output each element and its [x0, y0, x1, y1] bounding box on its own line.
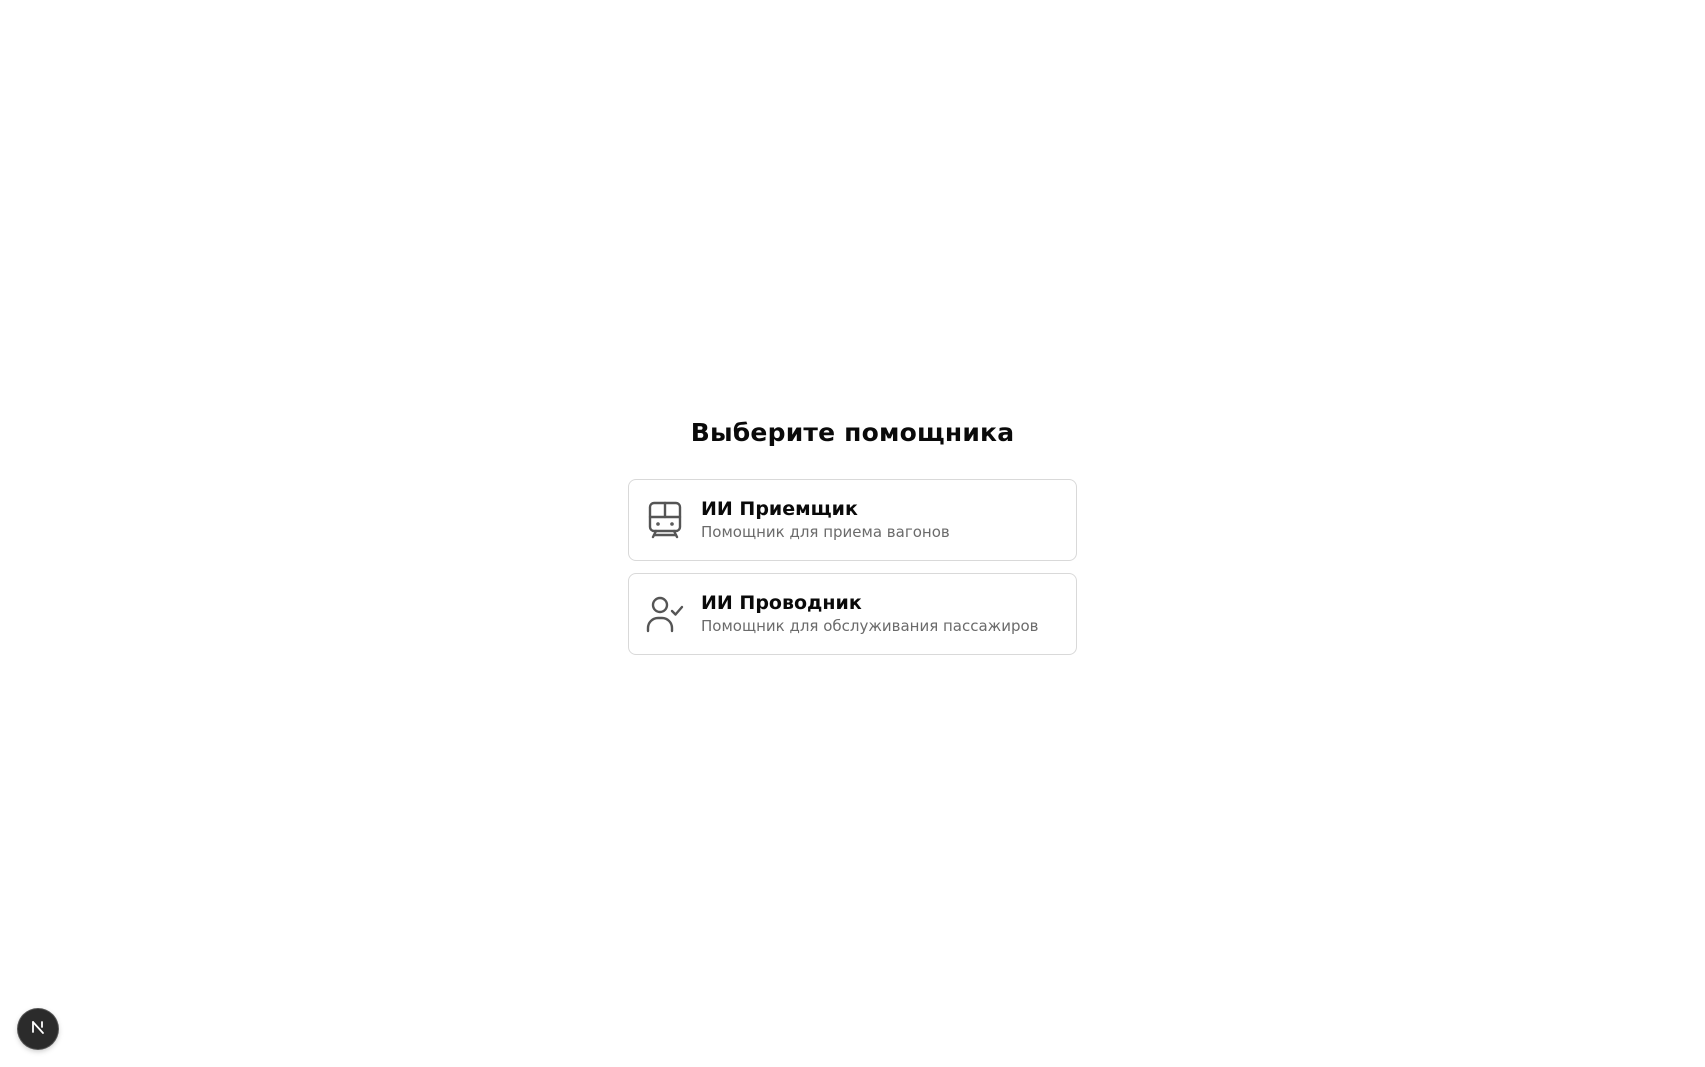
user-check-icon [645, 594, 685, 634]
assistant-option-text: ИИ Проводник Помощник для обслуживания п… [701, 591, 1038, 637]
assistant-option-receiver[interactable]: ИИ Приемщик Помощник для приема вагонов [628, 479, 1077, 561]
page-title: Выберите помощника [690, 418, 1015, 447]
assistant-option-description: Помощник для обслуживания пассажиров [701, 617, 1039, 635]
assistant-option-description: Помощник для приема вагонов [701, 523, 950, 541]
nextjs-dev-tools-button[interactable] [18, 1009, 58, 1049]
assistant-option-conductor[interactable]: ИИ Проводник Помощник для обслуживания п… [628, 573, 1077, 655]
assistant-option-text: ИИ Приемщик Помощник для приема вагонов [701, 497, 950, 543]
assistant-chooser: Выберите помощника ИИ Приемщик Помощник … [628, 412, 1077, 667]
assistant-option-title: ИИ Проводник [701, 592, 862, 614]
page: Выберите помощника ИИ Приемщик Помощник … [0, 0, 1705, 1067]
train-icon [645, 500, 685, 540]
assistant-option-title: ИИ Приемщик [701, 498, 858, 520]
nextjs-logo-icon [29, 1018, 47, 1040]
